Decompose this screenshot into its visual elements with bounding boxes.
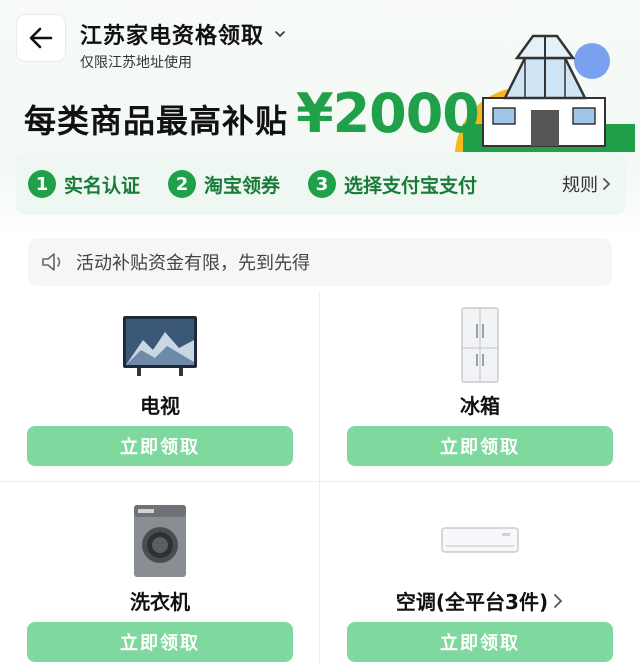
step-3: 3 选择支付宝支付	[308, 170, 477, 198]
notice-bar: 活动补贴资金有限，先到先得	[28, 238, 612, 286]
tv-icon	[123, 316, 197, 376]
title-block[interactable]: 江苏家电资格领取 仅限江苏地址使用	[80, 18, 286, 72]
washer-image	[0, 500, 320, 582]
chevron-right-icon	[554, 593, 563, 608]
subsidy-amount: ¥2000	[296, 82, 480, 145]
step-label: 淘宝领券	[204, 174, 281, 197]
step-number: 2	[168, 170, 197, 198]
claim-button[interactable]: 立即领取	[27, 426, 293, 466]
rules-label: 规则	[562, 175, 598, 196]
fridge-image	[320, 304, 640, 386]
product-name: 电视	[140, 394, 180, 418]
back-button[interactable]	[16, 14, 66, 62]
product-card-washer: 洗衣机 立即领取	[0, 492, 320, 664]
step-1: 1 实名认证	[28, 170, 140, 198]
steps-bar: 1 实名认证 2 淘宝领券 3 选择支付宝支付 规则	[16, 153, 626, 215]
washer-icon	[134, 505, 186, 577]
step-2: 2 淘宝领券	[168, 170, 280, 198]
subsidy-headline: 每类商品最高补贴 ¥2000	[24, 82, 480, 145]
step-label: 实名认证	[64, 174, 141, 197]
product-name: 洗衣机	[130, 590, 190, 614]
product-name-row[interactable]: 空调(全平台3件)	[320, 586, 640, 615]
rules-link[interactable]: 规则	[562, 171, 612, 197]
step-number: 3	[308, 170, 337, 198]
air-conditioner-icon	[441, 527, 519, 553]
claim-button[interactable]: 立即领取	[347, 622, 613, 662]
museum-illustration	[455, 34, 635, 152]
chevron-right-icon	[603, 178, 611, 190]
product-name: 冰箱	[460, 394, 500, 418]
chevron-down-icon[interactable]	[274, 28, 286, 40]
tv-image	[0, 304, 320, 386]
product-name: 空调(全平台3件)	[395, 590, 549, 614]
back-arrow-icon	[29, 27, 53, 49]
page-subtitle: 仅限江苏地址使用	[80, 55, 192, 71]
air-conditioner-image	[320, 500, 640, 582]
step-label: 选择支付宝支付	[344, 174, 478, 197]
product-card-tv: 电视 立即领取	[0, 296, 320, 486]
speaker-icon	[42, 253, 61, 271]
product-card-air-conditioner: 空调(全平台3件) 立即领取	[320, 492, 640, 664]
claim-button[interactable]: 立即领取	[347, 426, 613, 466]
step-number: 1	[28, 170, 56, 198]
fridge-icon	[461, 307, 499, 383]
notice-text: 活动补贴资金有限，先到先得	[76, 253, 310, 274]
product-card-fridge: 冰箱 立即领取	[320, 296, 640, 486]
page-title: 江苏家电资格领取	[80, 24, 265, 49]
claim-button[interactable]: 立即领取	[27, 622, 293, 662]
headline-text: 每类商品最高补贴	[24, 102, 289, 140]
